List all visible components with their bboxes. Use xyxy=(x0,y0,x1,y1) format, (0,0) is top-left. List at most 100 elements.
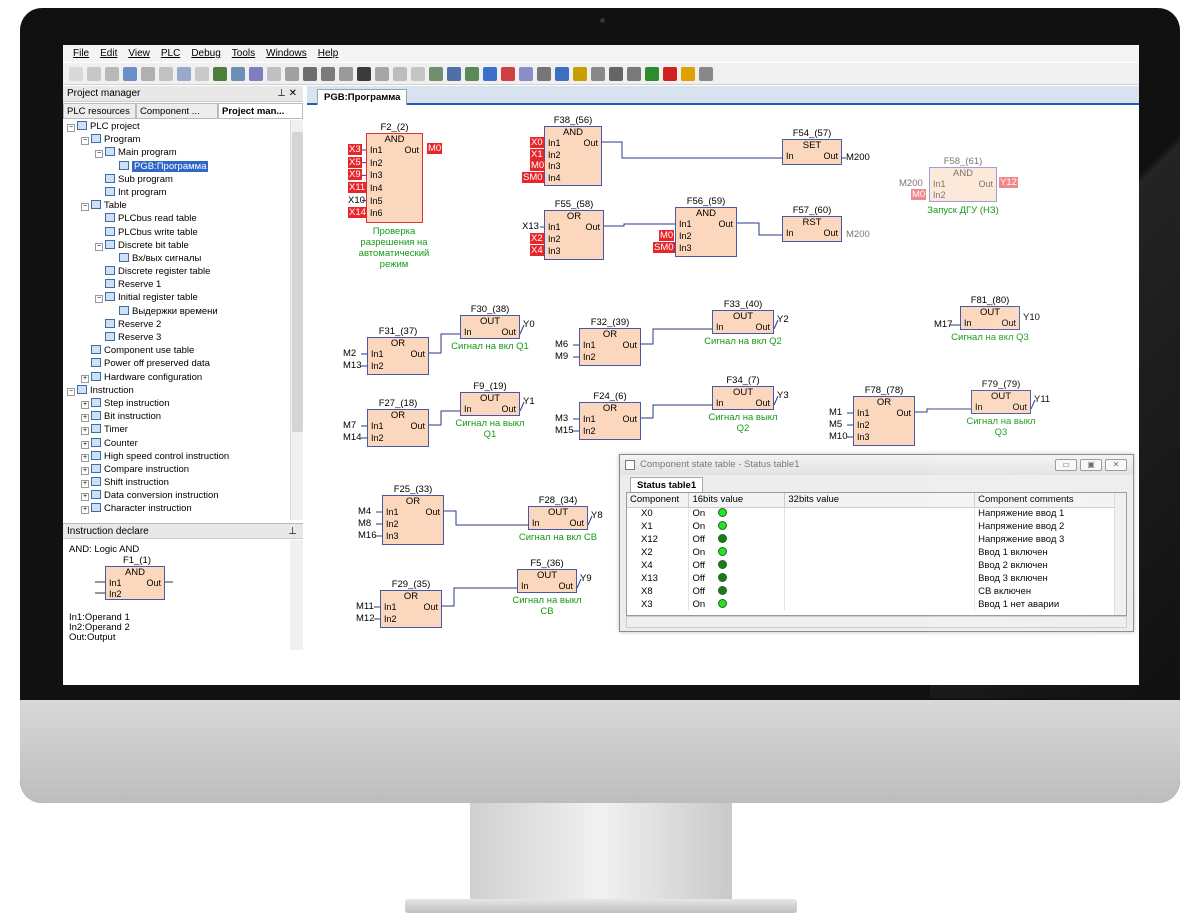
expander-icon[interactable]: + xyxy=(81,414,89,423)
toolbar-button-3[interactable] xyxy=(105,66,119,81)
tree-item[interactable]: Power off preserved data xyxy=(63,357,290,370)
status-window-titlebar[interactable]: Component state table - Status table1 ▭ … xyxy=(620,455,1133,475)
pin-icon[interactable]: ⊥ xyxy=(288,524,297,540)
toolbar-button-33[interactable] xyxy=(645,66,659,81)
function-block[interactable]: SET In Out xyxy=(782,139,842,165)
expander-icon[interactable]: + xyxy=(81,453,89,462)
expander-icon[interactable]: + xyxy=(81,493,89,502)
toolbar-button-1[interactable] xyxy=(69,66,83,81)
tree-item[interactable]: Discrete register table xyxy=(63,265,290,278)
expander-icon[interactable]: − xyxy=(67,387,75,396)
column-header[interactable]: Component comments xyxy=(974,493,1115,508)
tree-item[interactable]: + Bit instruction xyxy=(63,410,290,423)
tree-item[interactable]: − Main program xyxy=(63,146,290,159)
table-row[interactable]: X3 On Ввод 1 нет аварии xyxy=(627,598,1115,611)
tree-item[interactable]: − Instruction xyxy=(63,384,290,397)
status-table-vscroll[interactable] xyxy=(1114,493,1126,615)
toolbar-button-15[interactable] xyxy=(321,66,335,81)
function-block[interactable]: OR In1 In2 In3 Out xyxy=(382,495,444,545)
function-block[interactable]: OR In1 In2 Out xyxy=(367,409,429,447)
tree-item[interactable]: Выдержки времени xyxy=(63,305,290,318)
expander-icon[interactable]: − xyxy=(95,242,103,251)
tree-item[interactable]: + Counter xyxy=(63,437,290,450)
toolbar-button-34[interactable] xyxy=(663,66,677,81)
menu-windows[interactable]: Windows xyxy=(266,48,307,59)
menu-help[interactable]: Help xyxy=(318,48,339,59)
table-row[interactable]: X1 On Напряжение ввод 2 xyxy=(627,520,1115,533)
toolbar-button-13[interactable] xyxy=(285,66,299,81)
tree-item[interactable]: Reserve 2 xyxy=(63,318,290,331)
tree-item[interactable]: + Step instruction xyxy=(63,397,290,410)
expander-icon[interactable]: + xyxy=(81,466,89,475)
menu-view[interactable]: View xyxy=(128,48,150,59)
table-row[interactable]: X8 Off СВ включен xyxy=(627,585,1115,598)
column-header[interactable]: 32bits value xyxy=(784,493,976,508)
function-block[interactable]: AND In1 In2 In3 In4 Out xyxy=(544,126,602,186)
expander-icon[interactable]: − xyxy=(67,124,75,132)
expander-icon[interactable]: + xyxy=(81,440,89,449)
tab-component[interactable]: Component ... xyxy=(136,103,218,119)
status-table-hscroll[interactable] xyxy=(626,616,1127,628)
decl-scrollbar[interactable] xyxy=(290,540,303,650)
table-row[interactable]: X12 Off Напряжение ввод 3 xyxy=(627,533,1115,546)
toolbar-button-18[interactable] xyxy=(375,66,389,81)
tab-pgb-program[interactable]: PGB:Программа xyxy=(317,89,408,105)
toolbar-button-27[interactable] xyxy=(537,66,551,81)
tree-item[interactable]: + High speed control instruction xyxy=(63,450,290,463)
tab-status-table1[interactable]: Status table1 xyxy=(630,477,704,492)
function-block[interactable]: OUT In Out xyxy=(460,392,520,416)
tree-item[interactable]: + Shift instruction xyxy=(63,476,290,489)
tree-item[interactable]: Component use table xyxy=(63,344,290,357)
expander-icon[interactable]: + xyxy=(81,480,89,489)
toolbar-button-26[interactable] xyxy=(519,66,533,81)
menu-edit[interactable]: Edit xyxy=(100,48,117,59)
expander-icon[interactable]: − xyxy=(95,150,103,159)
function-block[interactable]: OUT In Out xyxy=(712,310,774,334)
toolbar-button-30[interactable] xyxy=(591,66,605,81)
toolbar-button-14[interactable] xyxy=(303,66,317,81)
toolbar-button-21[interactable] xyxy=(429,66,443,81)
toolbar-button-5[interactable] xyxy=(141,66,155,81)
tree-item[interactable]: PLCbus read table xyxy=(63,212,290,225)
function-block[interactable]: OUT In Out xyxy=(528,506,588,530)
menu-tools[interactable]: Tools xyxy=(232,48,255,59)
tab-project-manager[interactable]: Project man... xyxy=(218,103,303,119)
function-block[interactable]: OR In1 In2 In3 Out xyxy=(853,396,915,446)
toolbar-button-36[interactable] xyxy=(699,66,713,81)
toolbar-button-24[interactable] xyxy=(483,66,497,81)
tree-item[interactable]: + Compare instruction xyxy=(63,463,290,476)
toolbar-button-29[interactable] xyxy=(573,66,587,81)
toolbar-button-32[interactable] xyxy=(627,66,641,81)
function-block[interactable]: AND In1 In2 In3 In4 In5 In6 Out xyxy=(366,133,423,223)
table-row[interactable]: X0 On Напряжение ввод 1 xyxy=(627,507,1115,520)
menu-file[interactable]: File xyxy=(73,48,89,59)
tree-item[interactable]: Int program xyxy=(63,186,290,199)
expander-icon[interactable]: + xyxy=(81,427,89,436)
function-block[interactable]: OUT In Out xyxy=(517,569,577,593)
toolbar-button-19[interactable] xyxy=(393,66,407,81)
column-header[interactable]: 16bits value xyxy=(688,493,786,508)
column-header[interactable]: Component xyxy=(627,493,690,508)
table-row[interactable]: X13 Off Ввод 3 включен xyxy=(627,572,1115,585)
expander-icon[interactable]: − xyxy=(81,203,89,212)
menu-debug[interactable]: Debug xyxy=(191,48,220,59)
table-row[interactable]: X4 Off Ввод 2 включен xyxy=(627,559,1115,572)
toolbar-button-22[interactable] xyxy=(447,66,461,81)
tab-plc-resources[interactable]: PLC resources xyxy=(63,103,136,119)
tree-item[interactable]: PGB:Программа xyxy=(63,160,290,173)
function-block[interactable]: AND In1 In2 In3 Out xyxy=(675,207,737,257)
menu-plc[interactable]: PLC xyxy=(161,48,180,59)
toolbar-button-8[interactable] xyxy=(195,66,209,81)
expander-icon[interactable]: + xyxy=(81,400,89,409)
toolbar-button-6[interactable] xyxy=(159,66,173,81)
pin-close-icon[interactable]: ⊥ ✕ xyxy=(277,86,297,102)
table-row[interactable]: X2 On Ввод 1 включен xyxy=(627,546,1115,559)
tree-item[interactable]: + Hardware configuration xyxy=(63,371,290,384)
function-block[interactable]: RST In Out xyxy=(782,216,842,242)
tree-item[interactable]: − Program xyxy=(63,133,290,146)
toolbar-button-23[interactable] xyxy=(465,66,479,81)
toolbar-button-28[interactable] xyxy=(555,66,569,81)
minimize-button[interactable]: ▭ xyxy=(1055,459,1077,471)
function-block[interactable]: OUT In Out xyxy=(460,315,520,339)
tree-item[interactable]: Reserve 3 xyxy=(63,331,290,344)
